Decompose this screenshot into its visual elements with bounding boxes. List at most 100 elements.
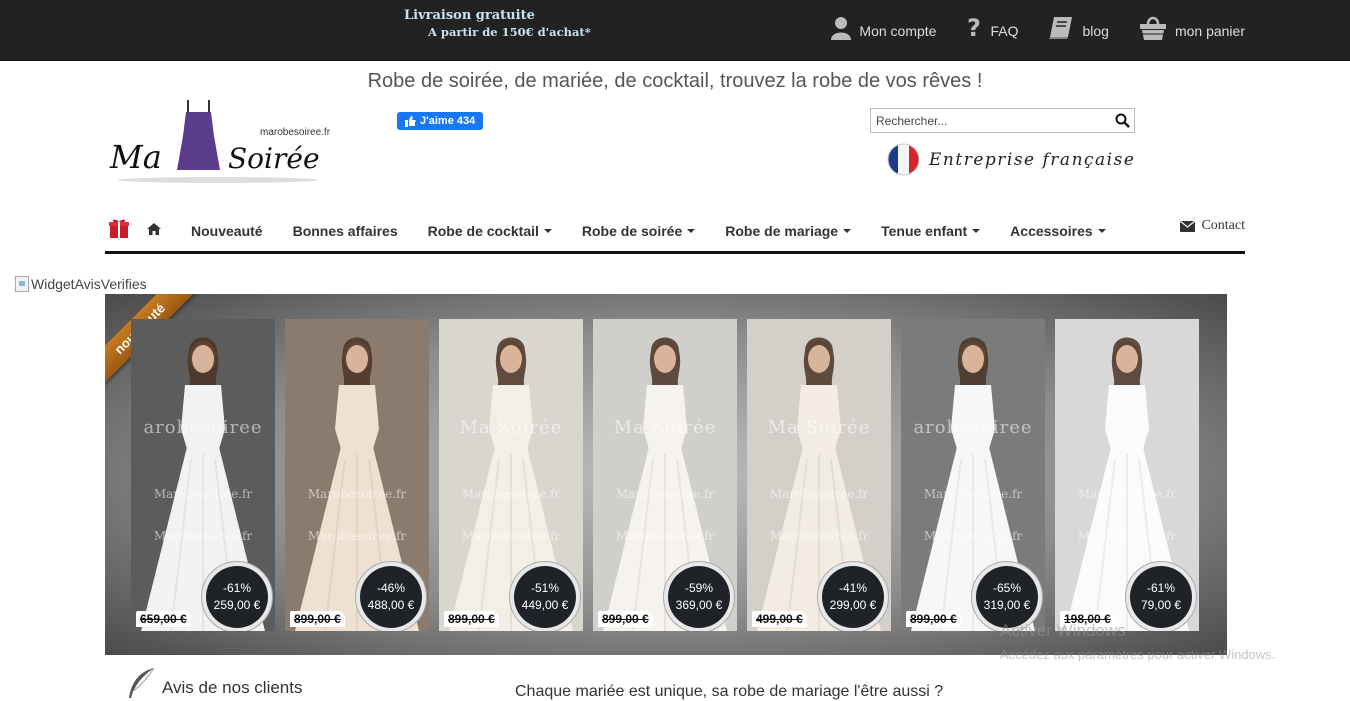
discount-badge: -46% 488,00 € bbox=[355, 561, 427, 631]
nav-item-nouveaute[interactable]: Nouveauté bbox=[191, 223, 263, 239]
discount-badge: -61% 259,00 € bbox=[201, 561, 273, 631]
nav-item-label: Robe de mariage bbox=[725, 222, 839, 239]
cart-label: mon panier bbox=[1174, 23, 1245, 39]
nav-item-label: Robe de cocktail bbox=[427, 222, 539, 239]
question-icon: ? bbox=[967, 16, 981, 40]
blog-link[interactable]: blog bbox=[1048, 14, 1109, 40]
nav-item-label: Bonnes affaires bbox=[292, 222, 398, 239]
faq-link[interactable]: ? FAQ bbox=[966, 14, 1018, 40]
promo-line-1: Livraison gratuite bbox=[404, 8, 535, 23]
customer-reviews-label: Avis de nos clients bbox=[162, 678, 303, 697]
contact-label: Contact bbox=[1201, 218, 1245, 233]
faq-label: FAQ bbox=[990, 23, 1019, 39]
dress-logo-icon: Ma Soirée marobesoiree.fr bbox=[109, 100, 331, 183]
nav-item-bonnes-affaires[interactable]: Bonnes affaires bbox=[293, 223, 398, 239]
facebook-like-label: J'aime 434 bbox=[420, 115, 476, 127]
user-icon bbox=[831, 17, 852, 40]
discount-badge: -61% 79,00 € bbox=[1125, 561, 1197, 631]
sale-price: 79,00 € bbox=[1140, 598, 1182, 612]
nav-item-label: Nouveauté bbox=[191, 222, 263, 239]
nav-item-robe-de-soiree[interactable]: Robe de soirée bbox=[581, 222, 696, 239]
france-flag-icon bbox=[887, 143, 920, 176]
discount-badge: -51% 449,00 € bbox=[509, 561, 581, 631]
search-input[interactable] bbox=[871, 109, 1110, 132]
envelope-icon bbox=[1180, 220, 1196, 232]
discount-percent: -46% bbox=[376, 581, 405, 595]
caret-down-icon bbox=[543, 228, 552, 233]
book-icon bbox=[1049, 17, 1073, 39]
home-icon[interactable] bbox=[147, 222, 161, 240]
discount-percent: -61% bbox=[222, 581, 251, 595]
nav-item-label: Accessoires bbox=[1010, 222, 1093, 239]
old-price: 899,00 € bbox=[906, 611, 961, 627]
nav-item-tenue-enfant[interactable]: Tenue enfant bbox=[881, 222, 981, 239]
nav-item-robe-de-cocktail[interactable]: Robe de cocktail bbox=[428, 223, 552, 239]
sale-price: 319,00 € bbox=[983, 598, 1031, 612]
top-links: Mon compte ? FAQ blog mon panier bbox=[831, 14, 1245, 40]
french-company-label: Entreprise française bbox=[929, 149, 1136, 170]
old-price: 198,00 € bbox=[1060, 611, 1115, 627]
old-price: 899,00 € bbox=[444, 611, 499, 627]
old-price: 899,00 € bbox=[598, 611, 653, 627]
discount-percent: -61% bbox=[1146, 581, 1175, 595]
site-logo[interactable]: Ma Soirée marobesoiree.fr bbox=[108, 98, 333, 186]
caret-down-icon bbox=[972, 228, 981, 233]
reviews-widget-alt-text: WidgetAvisVerifies bbox=[31, 276, 147, 292]
logo-word-soiree: Soirée bbox=[228, 142, 320, 175]
french-company-badge: Entreprise française bbox=[887, 143, 1135, 176]
site-tagline: Robe de soirée, de mariée, de cocktail, … bbox=[367, 70, 983, 92]
logo-word-ma: Ma bbox=[109, 138, 162, 176]
feather-icon bbox=[129, 668, 155, 698]
sale-price: 488,00 € bbox=[367, 598, 415, 612]
product-card[interactable]: Ma Soirée Marobesoiree.fr Marobesoiree.fr 4… bbox=[747, 319, 891, 631]
product-card[interactable]: Marobesoiree.frMarobesoiree.fr899,00 €★-… bbox=[285, 319, 429, 631]
broken-image-icon bbox=[15, 276, 29, 292]
top-bar: Livraison gratuite A partir de 150€ d'ac… bbox=[0, 0, 1350, 61]
sale-price: 449,00 € bbox=[521, 598, 569, 612]
discount-percent: -51% bbox=[530, 581, 559, 595]
discount-percent: -41% bbox=[838, 581, 867, 595]
my-account-label: Mon compte bbox=[859, 23, 937, 39]
old-price: 659,00 € bbox=[136, 611, 191, 627]
discount-badge: -41% 299,00 € bbox=[817, 561, 889, 631]
product-card[interactable]: Ma Soirée Marobesoiree.fr Marobesoiree.fr 8… bbox=[439, 319, 583, 631]
blog-label: blog bbox=[1082, 23, 1109, 39]
basket-icon bbox=[1139, 16, 1166, 40]
wedding-intro-text: Chaque mariée est unique, sa robe de mar… bbox=[515, 683, 944, 700]
product-card[interactable]: arobesoiree Marobesoiree.fr Marobesoiree.f… bbox=[131, 319, 275, 631]
caret-down-icon bbox=[687, 228, 696, 233]
sale-price: 299,00 € bbox=[829, 598, 877, 612]
logo-site-name: marobesoiree.fr bbox=[260, 127, 331, 138]
nav-item-accessoires[interactable]: Accessoires bbox=[1010, 223, 1106, 239]
discount-badge: -65% 319,00 € bbox=[971, 561, 1043, 631]
facebook-like-button[interactable]: J'aime 434 bbox=[397, 112, 484, 130]
svg-text:?: ? bbox=[967, 16, 981, 40]
promo-line-2: A partir de 150€ d'achat* bbox=[428, 25, 591, 39]
free-shipping-promo: Livraison gratuite A partir de 150€ d'ac… bbox=[404, 8, 591, 40]
sale-price: 369,00 € bbox=[675, 598, 723, 612]
customer-reviews-heading: Avis de nos clients bbox=[128, 668, 302, 698]
product-card[interactable]: arobesoiree Marobesoiree.fr Marobesoiree.f… bbox=[901, 319, 1045, 631]
sale-price: 259,00 € bbox=[213, 598, 261, 612]
discount-percent: -65% bbox=[992, 581, 1021, 595]
product-card[interactable]: Ma Soirée Marobesoiree.fr Marobesoiree.fr 8… bbox=[593, 319, 737, 631]
gift-icon[interactable] bbox=[108, 217, 130, 244]
nav-item-robe-de-mariage[interactable]: Robe de mariage bbox=[725, 222, 852, 239]
new-products-carousel: nouveauté arobesoireeMarobesoiree.frMaro… bbox=[105, 294, 1227, 655]
main-navigation: Nouveauté Bonnes affaires Robe de cockta… bbox=[105, 210, 1245, 254]
product-card[interactable]: Marobesoiree.frMarobesoiree.fr198,00 €★-… bbox=[1055, 319, 1199, 631]
nav-item-label: Robe de soirée bbox=[581, 222, 683, 239]
contact-link[interactable]: Contact bbox=[1180, 218, 1245, 234]
search-box bbox=[870, 108, 1135, 133]
discount-badge: -59% 369,00 € bbox=[663, 561, 735, 631]
my-account-link[interactable]: Mon compte bbox=[831, 14, 936, 40]
caret-down-icon bbox=[1097, 228, 1106, 233]
reviews-widget-image[interactable]: WidgetAvisVerifies bbox=[15, 276, 147, 292]
caret-down-icon bbox=[843, 228, 852, 233]
search-button[interactable] bbox=[1110, 109, 1134, 132]
old-price: 499,00 € bbox=[752, 611, 807, 627]
cart-link[interactable]: mon panier bbox=[1139, 14, 1245, 40]
nav-item-label: Tenue enfant bbox=[881, 222, 968, 239]
old-price: 899,00 € bbox=[290, 611, 345, 627]
discount-percent: -59% bbox=[684, 581, 713, 595]
